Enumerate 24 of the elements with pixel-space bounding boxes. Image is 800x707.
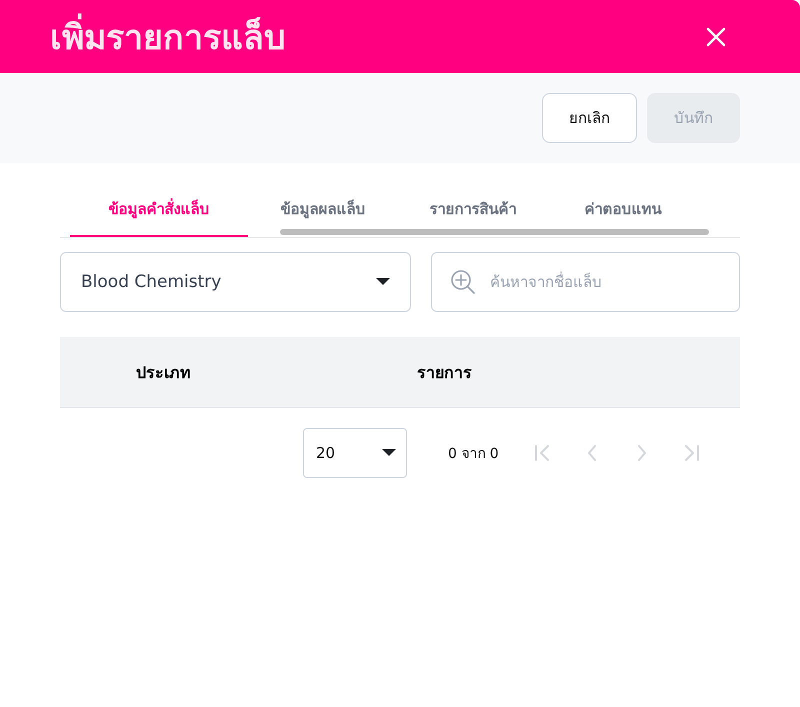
close-button[interactable] (706, 26, 726, 46)
caret-icon (376, 278, 390, 286)
page-size-dropdown[interactable]: 20 (303, 428, 407, 478)
category-dropdown[interactable]: Blood Chemistry (60, 252, 411, 312)
column-header: รายการ (417, 362, 472, 384)
tab[interactable]: ข้อมูลผลแล็บ (248, 183, 398, 237)
tab[interactable]: รายการสินค้า (398, 183, 548, 237)
scrollbar[interactable] (280, 229, 709, 235)
column-header: ประเภท (136, 362, 192, 384)
tab[interactable]: ค่าตอบแทน (548, 183, 698, 237)
page-range: 0 จาก 0 (448, 445, 499, 464)
page-size-value: 20 (316, 444, 336, 462)
last-page-icon (684, 445, 699, 461)
caret-icon (382, 449, 396, 457)
dialog-title: เพิ่มรายการแล็บ (50, 10, 286, 64)
chevron-right-icon (638, 445, 646, 461)
dropdown-value: Blood Chemistry (81, 272, 222, 292)
chevron-left-icon (588, 445, 596, 461)
close-icon (706, 26, 726, 46)
tab[interactable]: ข้อมูลคำสั่งแล็บ (70, 183, 248, 237)
zoom-in-icon (450, 269, 476, 295)
cancel-button[interactable]: ยกเลิก (542, 93, 637, 143)
first-page-icon (534, 445, 549, 461)
search-field[interactable]: ค้นหาจากชื่อแล็บ (431, 252, 740, 312)
